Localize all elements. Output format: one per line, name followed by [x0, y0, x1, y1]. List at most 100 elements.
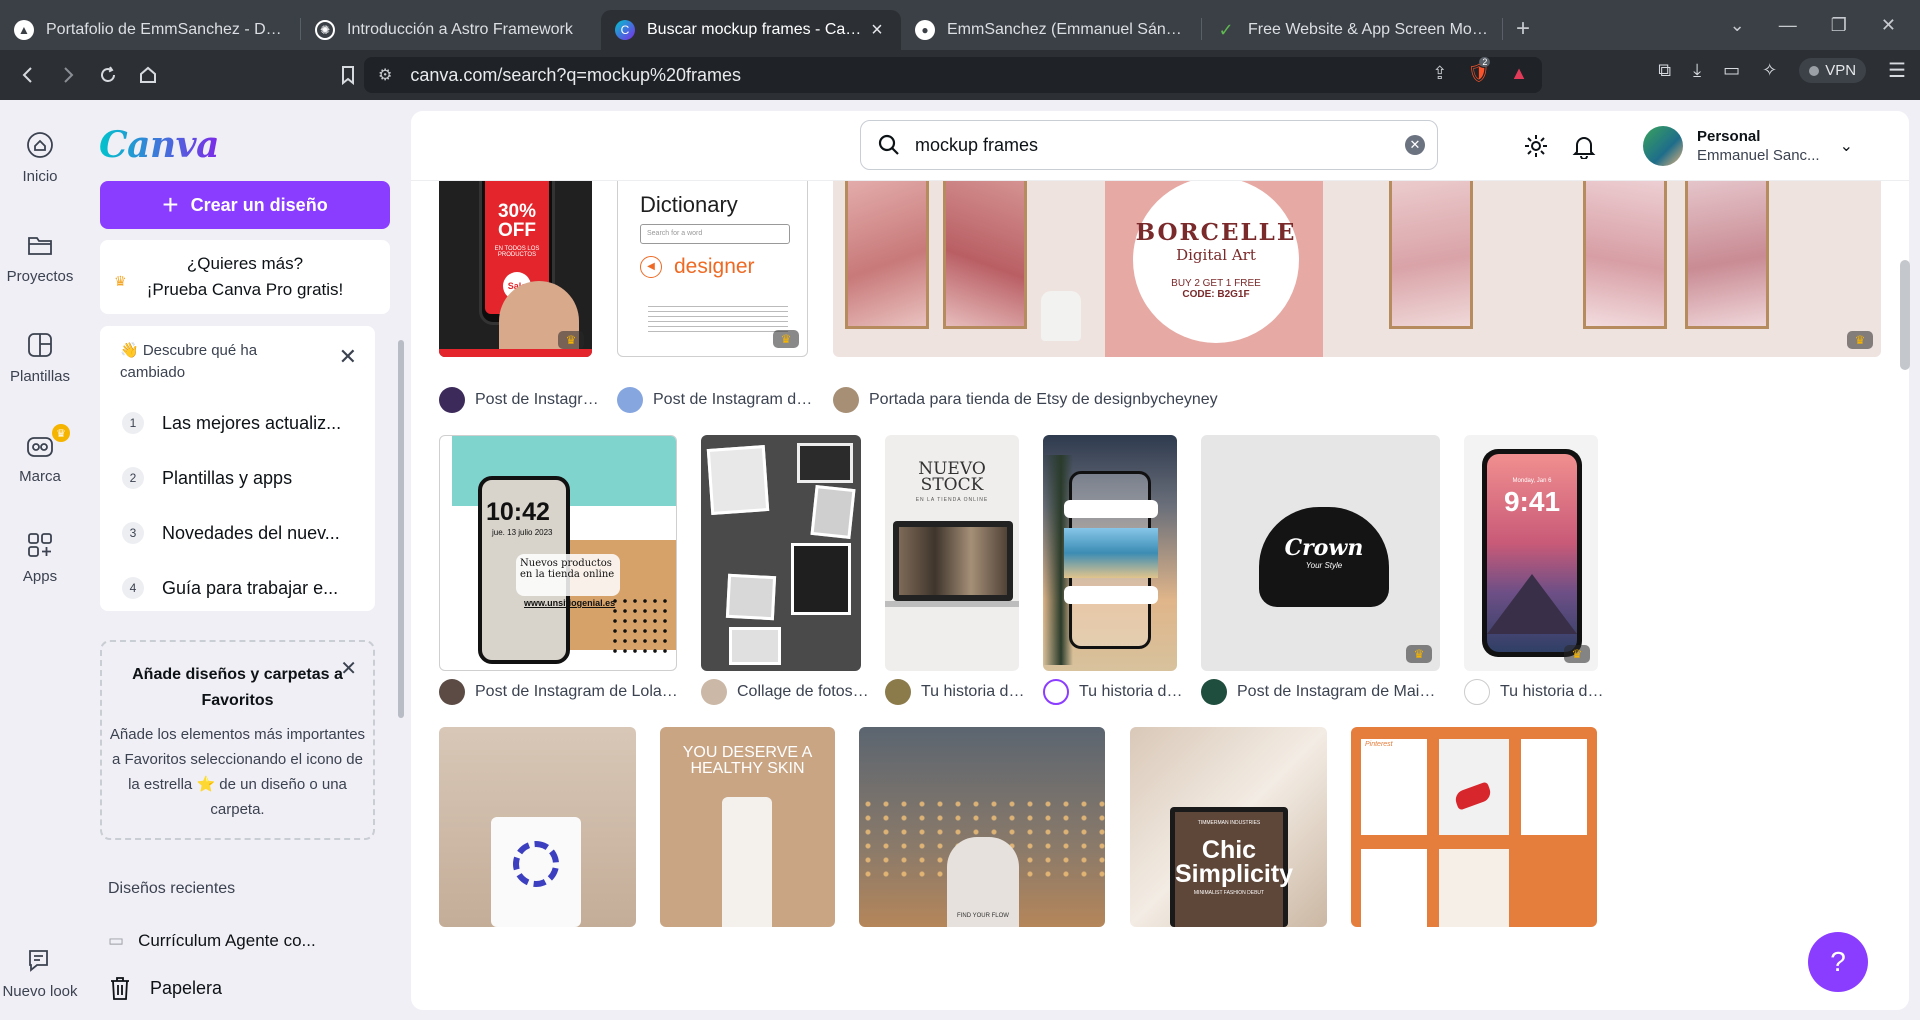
browser-tab-canva[interactable]: C Buscar mockup frames - Canva × [601, 10, 901, 50]
skin-headline: YOU DESERVE A HEALTHY SKIN [682, 744, 813, 777]
notifications-button[interactable] [1571, 133, 1597, 164]
template-card[interactable]: YOU DESERVE A HEALTHY SKIN [660, 727, 835, 927]
help-button[interactable]: ? [1808, 932, 1868, 992]
settings-button[interactable] [1523, 133, 1549, 164]
bookmark-icon [342, 66, 354, 85]
browser-tab-mockup[interactable]: ✓ Free Website & App Screen Mockup [1202, 10, 1502, 50]
lockscreen-day: Monday, Jan 6 [1512, 478, 1552, 484]
promo-big-text: 30% OFF [497, 201, 537, 241]
close-tab-icon[interactable]: × [867, 19, 887, 42]
phone-mockup: Monday, Jan 6 9:41 [1482, 449, 1582, 657]
reload-button[interactable] [90, 57, 126, 93]
template-card[interactable]: BORCELLE Digital Art BUY 2 GET 1 FREE CO… [833, 181, 1881, 357]
close-window-icon[interactable]: ✕ [1881, 15, 1896, 36]
address-bar[interactable]: ⚙ canva.com/search?q=mockup%20frames ⇪ 🛡… [364, 57, 1542, 93]
rail-item-inicio[interactable]: Inicio [0, 130, 80, 185]
rail-item-new-look[interactable]: Nuevo look [0, 945, 80, 1000]
whats-new-item[interactable]: 4 Guía para trabajar e... [122, 577, 362, 599]
mockup-site-icon: ✓ [1218, 19, 1234, 40]
main-content: mockup frames ✕ Personal Emmanuel Sanc..… [411, 111, 1909, 1010]
leo-ai-icon[interactable]: ✧ [1762, 60, 1777, 81]
template-caption[interactable]: Collage de fotos de ... [701, 679, 869, 705]
banner-circle: BORCELLE Digital Art BUY 2 GET 1 FREE CO… [1133, 181, 1299, 343]
template-caption[interactable]: Tu historia de D... [1464, 679, 1604, 705]
recent-design-item[interactable]: ▭ Currículum Agente co... [108, 930, 316, 952]
promo-line-1: ¿Quieres más? [186, 254, 304, 273]
template-card[interactable] [439, 727, 636, 927]
wallet-icon[interactable]: ▭ [1723, 60, 1740, 81]
browser-tab-astro[interactable]: ✺ Introducción a Astro Framework [301, 10, 601, 50]
bookmark-button[interactable] [330, 57, 366, 93]
rail-item-marca[interactable]: ♛ Marca [0, 424, 80, 485]
whats-new-item[interactable]: 1 Las mejores actualiz... [122, 412, 362, 434]
template-card[interactable]: FIND YOUR FLOW [859, 727, 1105, 927]
template-card[interactable]: Monday, Jan 6 9:41 ♛ [1464, 435, 1598, 671]
page-scrollbar[interactable] [1900, 260, 1910, 370]
template-card[interactable]: Crown Your Style ♛ [1201, 435, 1440, 671]
extensions-icon[interactable]: ⧉ [1658, 60, 1671, 81]
item-number: 3 [122, 522, 144, 544]
templates-icon [28, 333, 52, 357]
home-button[interactable] [130, 57, 166, 93]
brave-rewards-icon[interactable]: ▲ [1510, 63, 1528, 84]
template-card[interactable]: Dictionary Search for a word designer ◀ … [617, 181, 808, 357]
story-photo [1064, 528, 1158, 578]
template-caption[interactable]: Tu historia de ... [885, 679, 1025, 705]
template-card[interactable]: 30% OFF EN TODOS LOS PRODUCTOS Sale ♛ [439, 181, 592, 357]
forward-button[interactable] [50, 57, 86, 93]
menu-icon[interactable]: ☰ [1888, 58, 1906, 83]
brave-shield-icon[interactable]: 🛡 2 [1467, 57, 1491, 84]
template-caption[interactable]: Post de Instagram ... [439, 387, 599, 413]
avatar [439, 387, 465, 413]
mug-print [513, 841, 559, 887]
whats-new-item[interactable]: 2 Plantillas y apps [122, 467, 362, 489]
recent-designs-heading: Diseños recientes [108, 880, 236, 897]
tab-title: Buscar mockup frames - Canva [647, 21, 867, 38]
pinterest-panel [1439, 849, 1509, 927]
site-settings-icon[interactable]: ⚙ [378, 65, 392, 85]
tab-list-chevron-icon[interactable]: ⌄ [1730, 15, 1745, 36]
favorites-hint-title: Añade diseños y carpetas a Favoritos [132, 666, 343, 709]
collage-photo [729, 627, 781, 665]
close-icon[interactable]: ✕ [339, 344, 357, 370]
rail-item-plantillas[interactable]: Plantillas [0, 330, 80, 385]
whats-new-item[interactable]: 3 Novedades del nuev... [122, 522, 362, 544]
account-switcher[interactable]: Personal Emmanuel Sanc... ⌄ [1643, 126, 1853, 166]
template-caption[interactable]: Post de Instagram de Lola Digital [439, 679, 679, 705]
caption-text: Post de Instagram de Lola Digital [475, 683, 679, 700]
canva-logo[interactable]: Canva [99, 124, 219, 166]
template-card[interactable]: Pinterest [1351, 727, 1597, 927]
chat-sparkle-icon [29, 950, 48, 972]
new-tab-button[interactable]: + [1503, 15, 1543, 43]
template-caption[interactable]: Post de Instagram de Juli... [617, 387, 813, 413]
clear-search-icon[interactable]: ✕ [1405, 135, 1425, 155]
rail-item-apps[interactable]: Apps [0, 530, 80, 585]
brand-icon [27, 437, 53, 457]
template-card[interactable]: TIMMERMAN INDUSTRIES Chic Simplicity MIN… [1130, 727, 1327, 927]
template-card[interactable] [701, 435, 861, 671]
download-icon[interactable]: ⤓ [1693, 60, 1701, 81]
template-card[interactable]: 10:42 jue. 13 julio 2023 Nuevos producto… [439, 435, 677, 671]
collage-photo [810, 485, 856, 539]
back-button[interactable] [10, 57, 46, 93]
maximize-icon[interactable]: ❐ [1831, 15, 1847, 36]
browser-tab-portfolio[interactable]: ▲ Portafolio de EmmSanchez - Desarr [0, 10, 300, 50]
close-icon[interactable]: ✕ [340, 656, 357, 681]
template-card[interactable] [1043, 435, 1177, 671]
pro-promo-card[interactable]: ♛ ¿Quieres más? ¡Prueba Canva Pro gratis… [100, 240, 390, 314]
trash-button[interactable]: Papelera [108, 958, 378, 1018]
template-caption[interactable]: Post de Instagram de Maisyah [1201, 679, 1441, 705]
template-caption[interactable]: Portada para tienda de Etsy de designbyc… [833, 387, 1233, 413]
browser-tab-github[interactable]: ● EmmSanchez (Emmanuel Sánchez) [901, 10, 1201, 50]
search-input[interactable]: mockup frames ✕ [860, 120, 1438, 170]
create-design-button[interactable]: + Crear un diseño [100, 181, 390, 229]
template-caption[interactable]: Tu historia de S... [1043, 679, 1183, 705]
caption-text: Portada para tienda de Etsy de designbyc… [869, 391, 1218, 408]
rail-item-proyectos[interactable]: Proyectos [0, 230, 80, 285]
minimize-icon[interactable]: — [1779, 15, 1797, 36]
vpn-button[interactable]: VPN [1799, 58, 1867, 83]
share-icon[interactable]: ⇪ [1432, 63, 1447, 84]
template-card[interactable]: NUEVO STOCK EN LA TIENDA ONLINE [885, 435, 1019, 671]
panel-scrollbar[interactable] [398, 340, 404, 718]
story-title: NUEVO STOCK [918, 459, 986, 495]
